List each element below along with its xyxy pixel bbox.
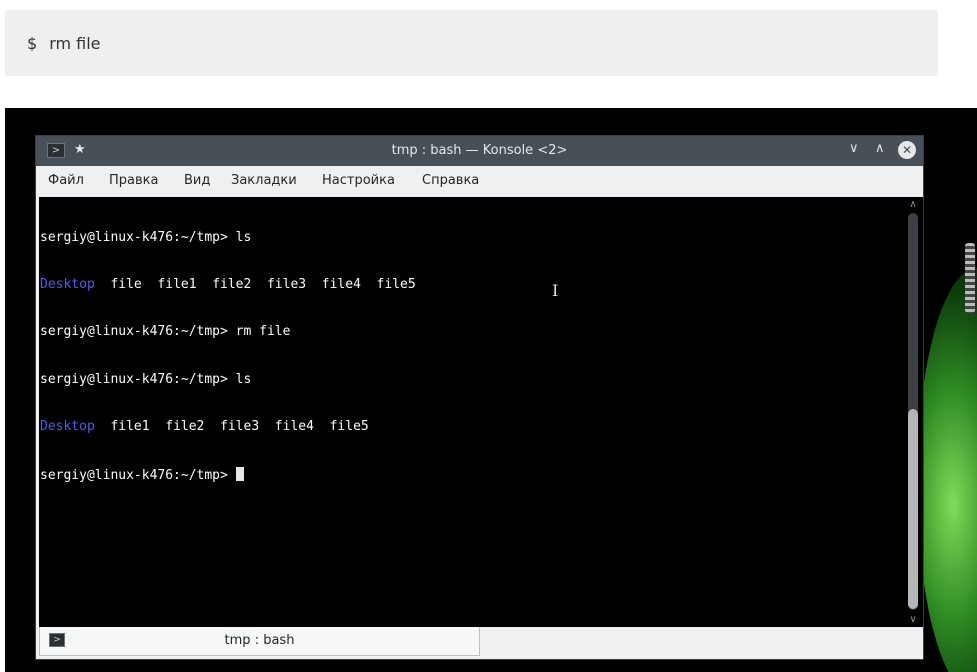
title-bar[interactable]: > ★ tmp : bash — Konsole <2> ∨ ∧ ✕: [36, 136, 923, 166]
vertical-scrollbar[interactable]: ∧ ∨: [903, 197, 923, 627]
text-cursor: [235, 466, 244, 481]
terminal-line: Desktop file file1 file2 file3 file4 fil…: [40, 277, 903, 293]
terminal-prompt: sergiy@linux-k476:~/tmp>: [40, 324, 236, 340]
konsole-window: > ★ tmp : bash — Konsole <2> ∨ ∧ ✕ Файл …: [35, 135, 924, 660]
wallpaper-glow: [917, 268, 977, 672]
tab-label: tmp : bash: [224, 633, 295, 648]
scroll-up-icon[interactable]: ∧: [907, 199, 919, 210]
wallpaper-coil: [965, 243, 975, 313]
ibeam-cursor-icon: I: [552, 281, 559, 300]
window-title: tmp : bash — Konsole <2>: [391, 143, 568, 158]
scrollbar-thumb[interactable]: [908, 409, 918, 609]
directory-entry: Desktop: [40, 419, 95, 435]
file-list: file1 file2 file3 file4 file5: [94, 419, 369, 435]
menu-item-view[interactable]: Вид: [184, 173, 210, 188]
minimize-icon[interactable]: ∨: [849, 141, 859, 156]
tab-bar: > tmp : bash: [36, 627, 923, 659]
menu-item-bookmarks[interactable]: Закладки: [231, 173, 297, 188]
scroll-down-icon[interactable]: ∨: [907, 614, 919, 625]
tab-tmp-bash[interactable]: > tmp : bash: [39, 627, 480, 656]
shell-prompt-symbol: $: [27, 33, 38, 53]
terminal-command: rm file: [235, 324, 291, 340]
terminal-command: ls: [235, 229, 252, 245]
menu-item-help[interactable]: Справка: [422, 173, 479, 188]
menu-bar: Файл Правка Вид Закладки Настройка Справ…: [36, 166, 923, 196]
terminal-prompt: sergiy@linux-k476:~/tmp>: [40, 229, 236, 245]
terminal-prompt: sergiy@linux-k476:~/tmp>: [40, 467, 236, 483]
terminal-command: ls: [235, 371, 252, 387]
file-list: file file1 file2 file3 file4 file5: [94, 276, 416, 292]
maximize-icon[interactable]: ∧: [875, 141, 885, 156]
terminal-prompt: sergiy@linux-k476:~/tmp>: [40, 371, 236, 387]
directory-entry: Desktop: [40, 276, 95, 292]
terminal-line: sergiy@linux-k476:~/tmp> ls: [40, 230, 903, 246]
code-snippet: $ rm file: [5, 10, 938, 76]
terminal-output[interactable]: sergiy@linux-k476:~/tmp> ls Desktop file…: [39, 197, 903, 627]
terminal-line: sergiy@linux-k476:~/tmp> rm file: [40, 324, 903, 340]
menu-item-edit[interactable]: Правка: [109, 173, 158, 188]
close-icon[interactable]: ✕: [898, 141, 916, 159]
code-command: rm file: [49, 33, 101, 53]
menu-item-file[interactable]: Файл: [48, 173, 84, 188]
terminal-line: Desktop file1 file2 file3 file4 file5: [40, 419, 903, 435]
terminal-line: sergiy@linux-k476:~/tmp>: [40, 466, 903, 483]
menu-item-settings[interactable]: Настройка: [322, 173, 395, 188]
terminal-line: sergiy@linux-k476:~/tmp> ls: [40, 372, 903, 388]
